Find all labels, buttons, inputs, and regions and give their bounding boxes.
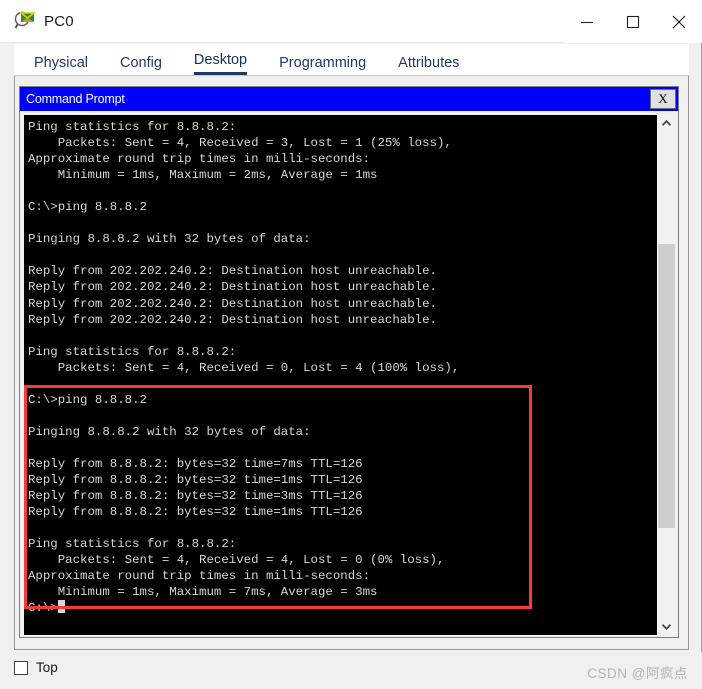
tab-programming[interactable]: Programming bbox=[279, 55, 366, 76]
scrollbar-up-button[interactable] bbox=[658, 115, 675, 132]
top-checkbox[interactable] bbox=[14, 660, 28, 675]
tab-config[interactable]: Config bbox=[120, 55, 162, 76]
tab-attributes[interactable]: Attributes bbox=[398, 55, 459, 76]
terminal-text: Ping statistics for 8.8.8.2: Packets: Se… bbox=[28, 120, 460, 600]
chevron-up-icon bbox=[661, 119, 672, 126]
top-checkbox-label: Top bbox=[36, 660, 58, 675]
window-title-group: PC0 bbox=[0, 0, 564, 42]
close-icon bbox=[672, 15, 686, 28]
window-title: PC0 bbox=[44, 12, 74, 30]
minimize-icon bbox=[581, 21, 593, 23]
device-tabs: Physical Config Desktop Programming Attr… bbox=[14, 44, 689, 76]
top-checkbox-group[interactable]: Top bbox=[14, 660, 58, 675]
command-prompt-title-bar: Command Prompt X bbox=[20, 87, 678, 111]
tab-desktop[interactable]: Desktop bbox=[193, 52, 248, 75]
maximize-icon bbox=[626, 15, 640, 28]
terminal-output[interactable]: Ping statistics for 8.8.8.2: Packets: Se… bbox=[24, 115, 657, 635]
chevron-down-icon bbox=[661, 624, 672, 631]
packet-tracer-pc-icon bbox=[14, 10, 37, 32]
scrollbar-down-button[interactable] bbox=[658, 618, 675, 635]
terminal-cursor bbox=[57, 600, 65, 614]
scrollbar-thumb[interactable] bbox=[658, 244, 675, 528]
terminal-area: Ping statistics for 8.8.8.2: Packets: Se… bbox=[24, 115, 675, 635]
window-footer: Top CSDN @阿疯点 bbox=[0, 652, 702, 689]
scrollbar-track[interactable] bbox=[658, 132, 675, 618]
terminal-scrollbar[interactable] bbox=[657, 115, 675, 635]
close-button[interactable] bbox=[656, 0, 702, 43]
terminal-prompt-line: C:\> bbox=[28, 600, 657, 616]
command-prompt-window: Command Prompt X Ping statistics for 8.8… bbox=[19, 86, 679, 638]
command-prompt-title: Command Prompt bbox=[26, 92, 125, 106]
tab-physical[interactable]: Physical bbox=[34, 55, 88, 76]
maximize-button[interactable] bbox=[610, 0, 656, 43]
watermark: CSDN @阿疯点 bbox=[587, 666, 688, 681]
minimize-button[interactable] bbox=[564, 0, 610, 43]
command-prompt-close-button[interactable]: X bbox=[650, 89, 676, 109]
desktop-panel: Command Prompt X Ping statistics for 8.8… bbox=[14, 76, 689, 650]
pc0-device-window: PC0 Physical Config Desktop Programming … bbox=[0, 0, 702, 689]
terminal-prompt: C:\> bbox=[28, 601, 58, 616]
window-title-bar: PC0 bbox=[0, 0, 702, 43]
window-controls bbox=[564, 0, 702, 43]
